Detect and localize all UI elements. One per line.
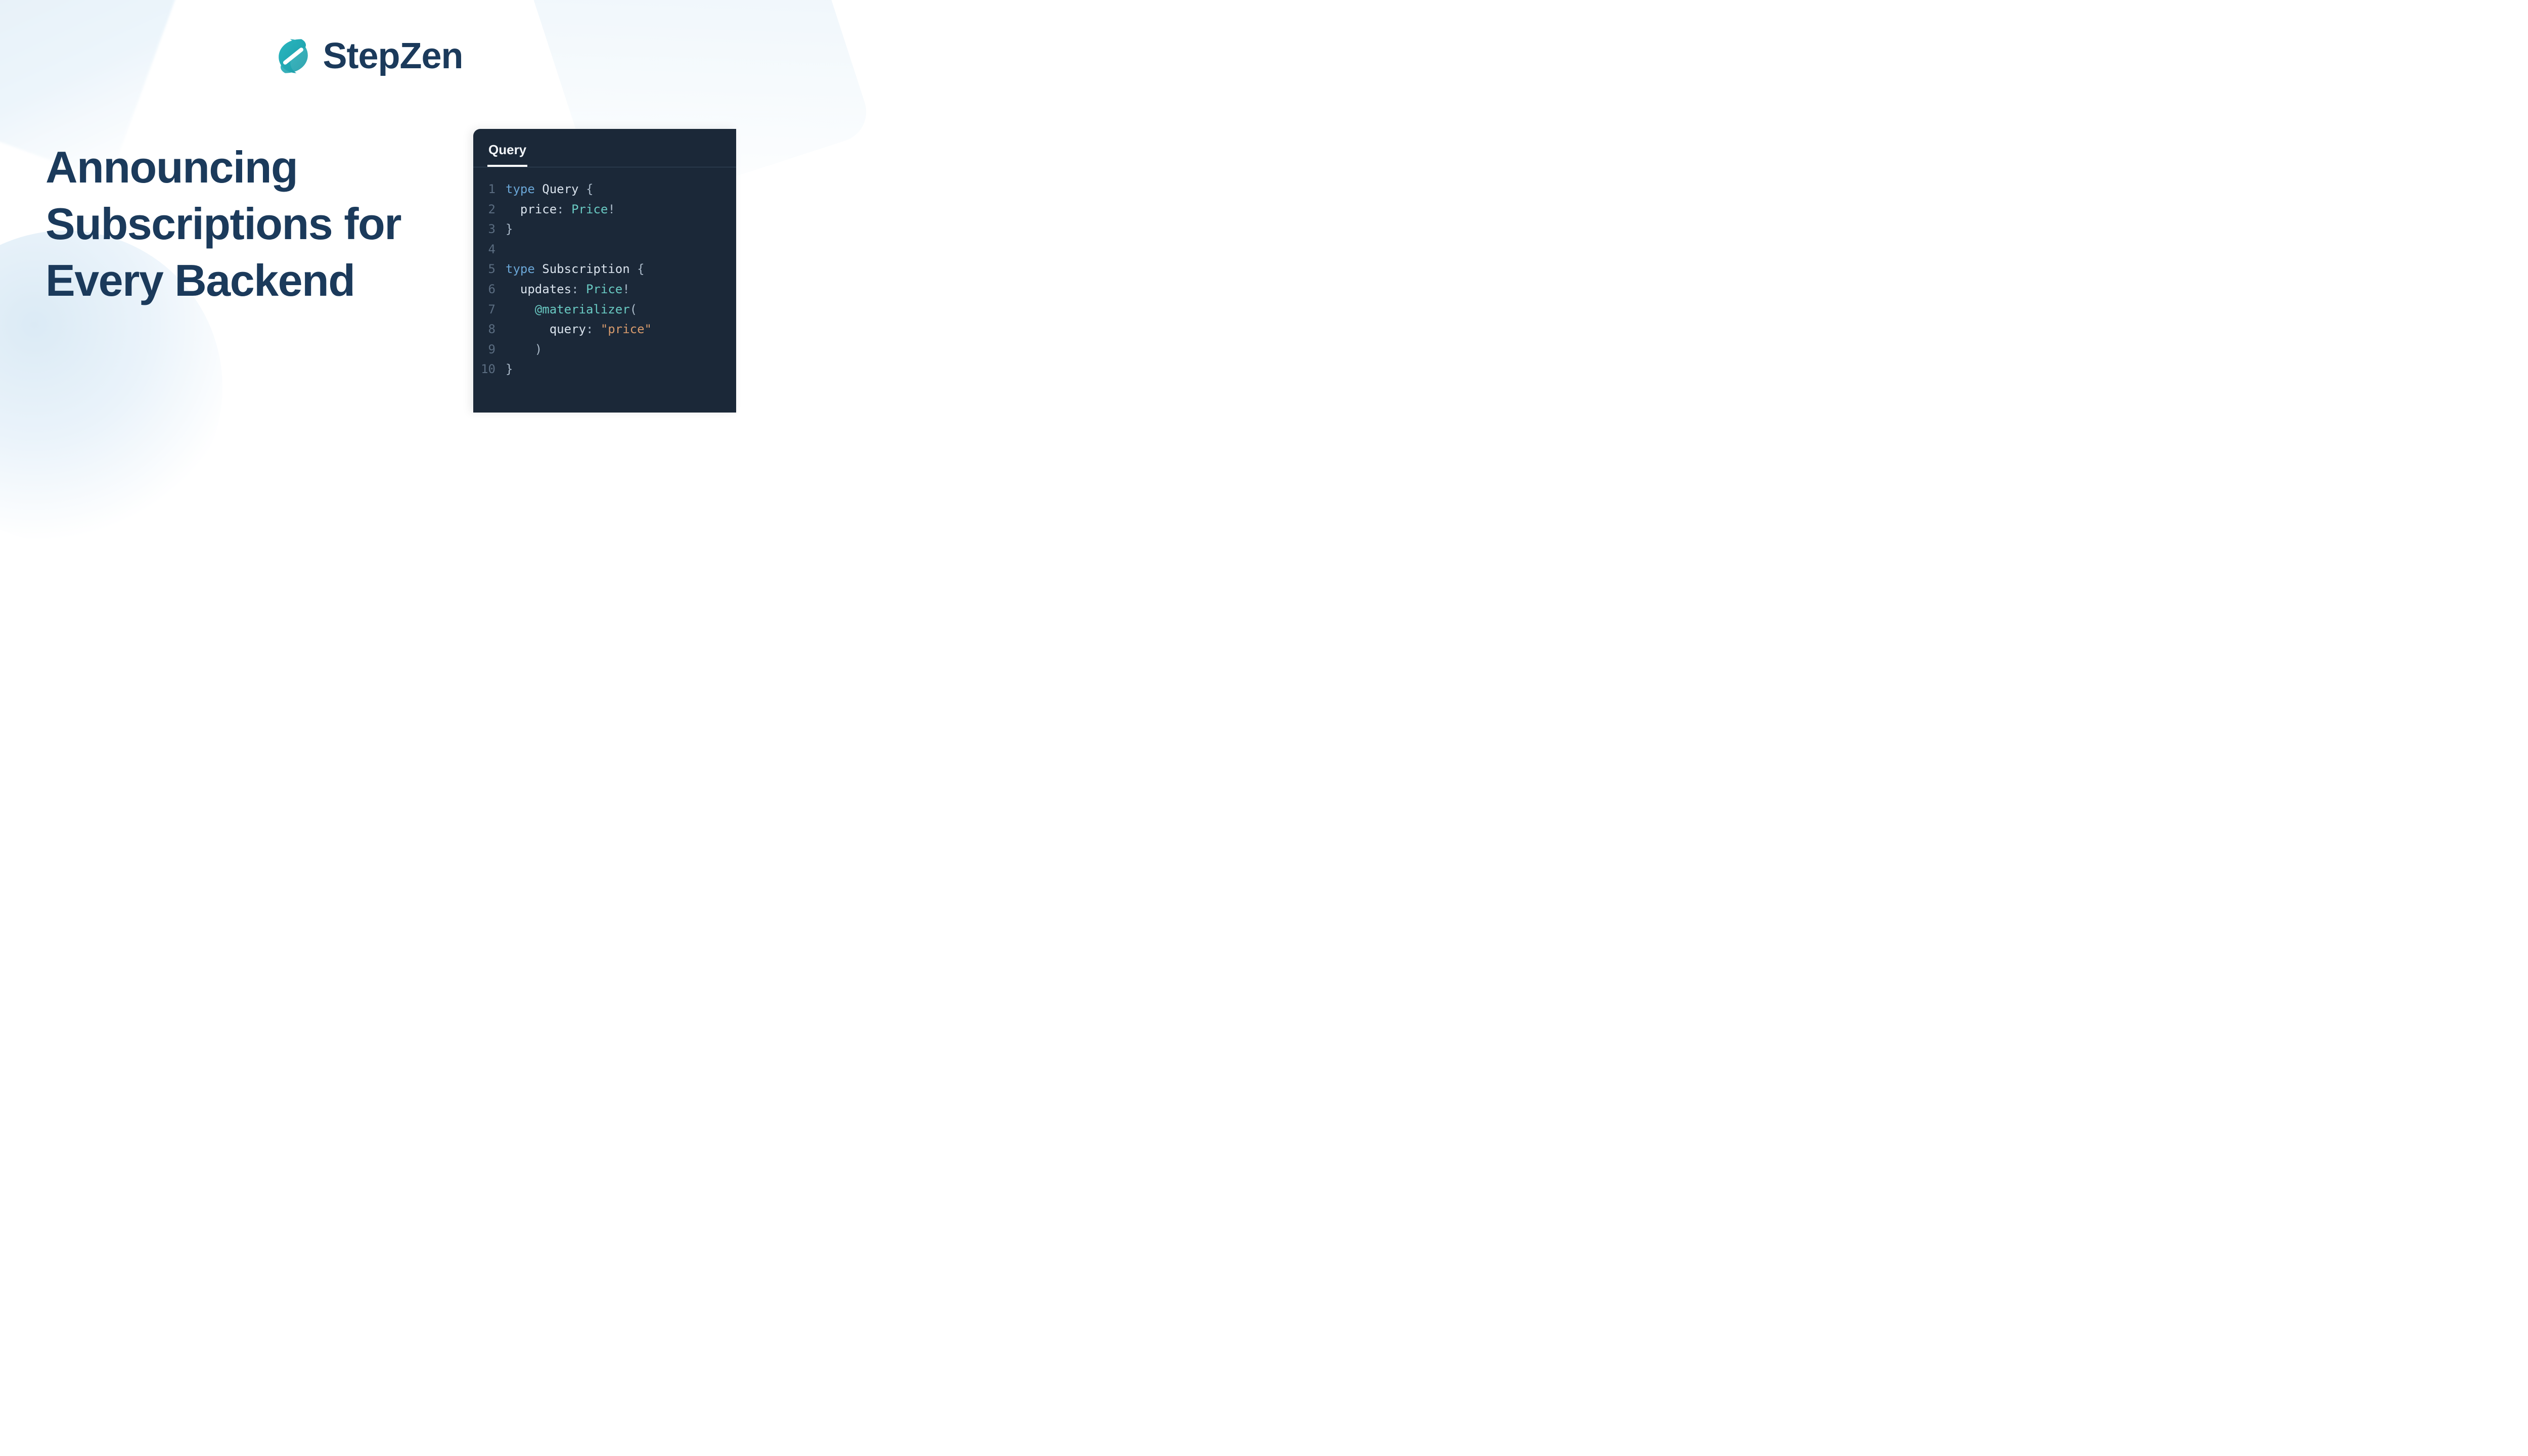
code-line: 7 @materializer(: [473, 300, 736, 320]
code-content: @materializer(: [506, 300, 637, 320]
code-content: }: [506, 359, 513, 380]
code-line: 10}: [473, 359, 736, 380]
code-body: 1type Query {2 price: Price!3}4 5type Su…: [473, 167, 736, 380]
code-line: 3}: [473, 219, 736, 240]
code-line: 4: [473, 240, 736, 260]
brand-name: StepZen: [323, 35, 463, 77]
code-content: query: "price": [506, 320, 652, 340]
line-number: 8: [473, 320, 506, 340]
code-content: updates: Price!: [506, 280, 630, 300]
code-content: type Subscription {: [506, 259, 645, 280]
code-content: }: [506, 219, 513, 240]
line-number: 10: [473, 359, 506, 380]
code-content: price: Price!: [506, 200, 615, 220]
code-content: ): [506, 340, 542, 360]
code-content: [506, 240, 513, 260]
line-number: 4: [473, 240, 506, 260]
code-line: 9 ): [473, 340, 736, 360]
code-line: 5type Subscription {: [473, 259, 736, 280]
page-headline: Announcing Subscriptions for Every Backe…: [46, 139, 440, 308]
line-number: 5: [473, 259, 506, 280]
line-number: 3: [473, 219, 506, 240]
code-line: 2 price: Price!: [473, 200, 736, 220]
line-number: 2: [473, 200, 506, 220]
code-line: 6 updates: Price!: [473, 280, 736, 300]
code-panel: Query 1type Query {2 price: Price!3}4 5t…: [473, 129, 736, 413]
code-line: 1type Query {: [473, 179, 736, 200]
line-number: 9: [473, 340, 506, 360]
stepzen-logo-icon: [273, 36, 313, 76]
tab-query[interactable]: Query: [487, 138, 527, 167]
line-number: 1: [473, 179, 506, 200]
code-line: 8 query: "price": [473, 320, 736, 340]
line-number: 6: [473, 280, 506, 300]
line-number: 7: [473, 300, 506, 320]
code-tabs: Query: [473, 129, 736, 167]
code-content: type Query {: [506, 179, 593, 200]
brand-logo: StepZen: [0, 35, 736, 77]
